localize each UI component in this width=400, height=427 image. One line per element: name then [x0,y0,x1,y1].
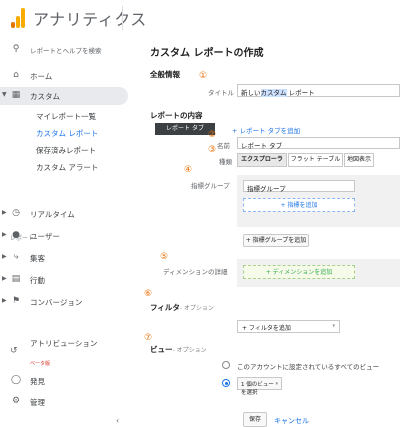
add-dimension-button[interactable]: + ディメンションを追加 [243,265,355,279]
step-number-4: ④ [184,165,193,175]
clock-icon: ◷ [12,208,20,218]
add-filter-label: + フィルタを追加 [242,325,291,332]
caret-right-icon: ▶ [2,231,7,238]
view-all-radio[interactable] [222,361,230,369]
general-info-heading: 全般情報 [150,70,180,79]
sidebar-item-label: コンバージョン [30,298,83,307]
title-label: タイトル [208,89,234,97]
type-map-button[interactable]: 地図表示 [344,153,374,167]
search-label: レポートとヘルプを検索 [30,47,102,55]
sidebar-item-behavior[interactable]: ▶ ▤ 行動 [0,271,130,289]
add-metric-button[interactable]: + 指標を追加 [243,198,355,212]
grid-icon: ▦ [11,90,21,100]
view-heading: ビュー- オプション [150,344,207,355]
step-number-2: ② [208,130,217,140]
chevron-down-icon: ▾ [275,381,278,387]
step-number-6: ⑥ [144,289,153,299]
tab-name-input[interactable]: レポート タブ [237,137,400,150]
sidebar-subitem-custom-alerts[interactable]: カスタム アラート [36,162,98,173]
report-content-heading: レポートの内容 [150,111,203,120]
caret-right-icon: ▶ [2,275,7,282]
sidebar-item-discover[interactable]: ◯ 発見 [0,372,130,390]
filter-optional-text: - オプション [179,305,214,312]
dimension-detail-label: ディメンションの詳細 [163,268,228,276]
caret-right-icon: ▶ [2,253,7,260]
step-number-1: ① [199,71,208,81]
view-all-label: このアカウントに設定されているすべてのビュー [237,363,380,371]
sidebar-item-label: ホーム [30,72,53,81]
view-optional-text: - オプション [172,347,207,354]
title-input[interactable]: 新しいカスタム レポート [237,84,400,97]
filter-heading-text: フィルタ [150,303,180,312]
caret-right-icon: ▶ [2,297,7,304]
sidebar-item-realtime[interactable]: ▶ ◷ リアルタイム [0,205,130,223]
cancel-link[interactable]: キャンセル [274,416,309,426]
title-text-highlight: カスタム [260,89,287,97]
add-filter-select[interactable]: + フィルタを追加 ▾ [237,320,340,333]
report-tab-chip[interactable]: レポート タブ [155,123,215,135]
metric-group-input[interactable]: 指標グループ [243,180,355,193]
sidebar-item-home[interactable]: ⌂ ホーム [0,67,130,85]
app-title: アナリティクス [33,10,147,29]
dimension-panel: + ディメンションを追加 [237,259,400,287]
flag-icon: ⚑ [11,296,21,306]
lightbulb-icon: ◯ [10,375,22,385]
sidebar-item-label: 行動 [30,276,45,285]
title-text-post: レポート [286,89,315,97]
collapse-sidebar-icon[interactable]: ‹ [116,416,119,425]
metric-group-label: 指標グループ [191,182,230,190]
view-select-dropdown[interactable]: 1 個のビューを選択 ▾ [237,377,282,396]
analytics-logo-icon[interactable] [11,8,25,28]
acquisition-icon: ⤷ [13,252,19,262]
step-number-3: ③ [208,145,217,155]
add-report-tab-link[interactable]: + レポート タブを追加 [232,125,300,135]
main-content: カスタム レポートの作成 全般情報 ① タイトル 新しいカスタム レポート レポ… [130,38,400,427]
sidebar-item-label: 集客 [30,254,45,263]
chevron-down-icon: ▾ [332,323,335,329]
beta-badge: ベータ版 [30,361,51,367]
add-metric-group-button[interactable]: + 指標グループを追加 [243,234,309,247]
step-number-7: ⑦ [144,333,153,343]
type-explorer-button[interactable]: エクスプローラ [237,153,287,167]
sidebar-subitem-custom-reports[interactable]: カスタム レポート [36,128,98,139]
sidebar-item-attribution[interactable]: アトリビューション [30,338,100,349]
filter-heading: フィルタ- オプション [150,302,214,313]
view-heading-text: ビュー [150,345,173,354]
step-number-5: ⑤ [160,252,169,262]
metric-group-panel: 指標グループ + 指標を追加 [237,175,400,227]
page-title: カスタム レポートの作成 [150,48,264,59]
search-reports[interactable]: ⚲ レポートとヘルプを検索 [0,41,130,59]
attribution-icon: ↺ [10,346,18,356]
home-icon: ⌂ [13,70,19,80]
caret-down-icon: ▼ [2,91,7,98]
sidebar-subitem-my-reports[interactable]: マイレポート一覧 [36,111,96,122]
save-button[interactable]: 保存 [243,412,267,427]
sidebar-item-label: 管理 [30,398,45,407]
type-flat-table-button[interactable]: フラット テーブル [288,153,343,167]
caret-right-icon: ▶ [2,209,7,216]
sidebar-item-admin[interactable]: ⚙ 管理 [0,393,130,411]
sidebar-item-acquisition[interactable]: ▶ ⤷ 集客 [0,249,130,267]
title-text-pre: 新しい [241,89,261,97]
gear-icon: ⚙ [11,396,21,406]
view-select-radio[interactable] [222,379,230,387]
sidebar-subitem-saved-reports[interactable]: 保存済みレポート [36,145,96,156]
type-label: 種類 [219,158,232,166]
person-icon: ● [12,230,20,240]
sidebar: ⚲ レポートとヘルプを検索 ⌂ ホーム ▼ ▦ カスタム マイレポート一覧 カス… [0,38,130,427]
behavior-icon: ▤ [11,274,21,284]
sidebar-item-label: カスタム [30,92,60,101]
sidebar-item-conversions[interactable]: ▶ ⚑ コンバージョン [0,293,130,311]
name-label: 名前 [217,142,230,150]
sidebar-item-label: リアルタイム [30,210,75,219]
sidebar-item-users[interactable]: ▶ ● ユーザー [0,227,130,245]
header-divider [122,6,123,30]
sidebar-item-label: ユーザー [30,232,60,241]
sidebar-item-label: 発見 [30,377,45,386]
view-select-label: 1 個のビューを選択 [241,382,274,396]
app-header: アナリティクス [0,0,400,38]
search-icon: ⚲ [12,44,20,54]
sidebar-item-custom[interactable]: ▼ ▦ カスタム [0,87,128,105]
